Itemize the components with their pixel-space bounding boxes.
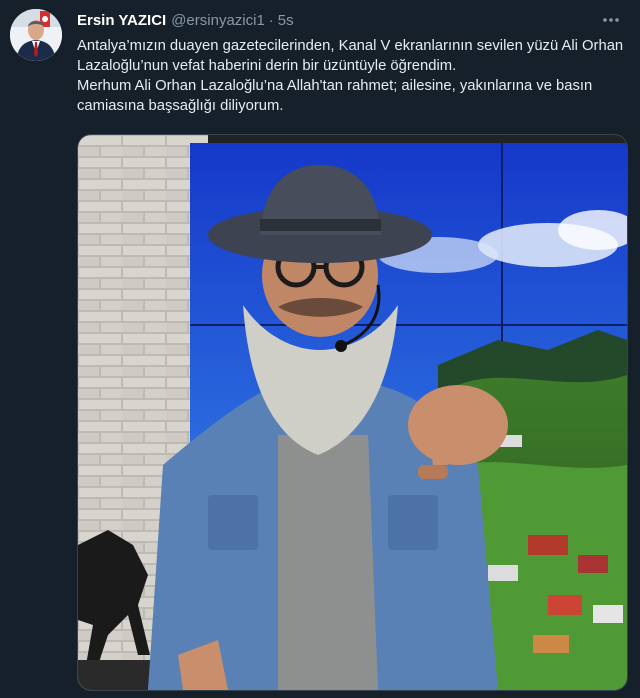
tweet-timestamp[interactable]: 5s bbox=[278, 12, 294, 29]
photo-image bbox=[78, 135, 627, 690]
tweet: Ersin YAZICI @ersinyazici1 · 5s Antalya’… bbox=[0, 0, 640, 698]
tweet-header: Ersin YAZICI @ersinyazici1 · 5s bbox=[77, 10, 294, 30]
author-avatar[interactable] bbox=[10, 9, 62, 61]
tweet-text: Antalya’mızın duayen gazetecilerinden, K… bbox=[77, 36, 625, 116]
tweet-body: Antalya’mızın duayen gazetecilerinden, K… bbox=[77, 38, 624, 114]
header-separator: · bbox=[268, 11, 274, 29]
ellipsis-icon[interactable] bbox=[600, 9, 622, 31]
author-display-name[interactable]: Ersin YAZICI bbox=[77, 12, 166, 29]
profile-photo-icon bbox=[10, 9, 62, 61]
author-handle[interactable]: @ersinyazici1 bbox=[171, 12, 265, 29]
tweet-photo[interactable] bbox=[77, 134, 628, 691]
